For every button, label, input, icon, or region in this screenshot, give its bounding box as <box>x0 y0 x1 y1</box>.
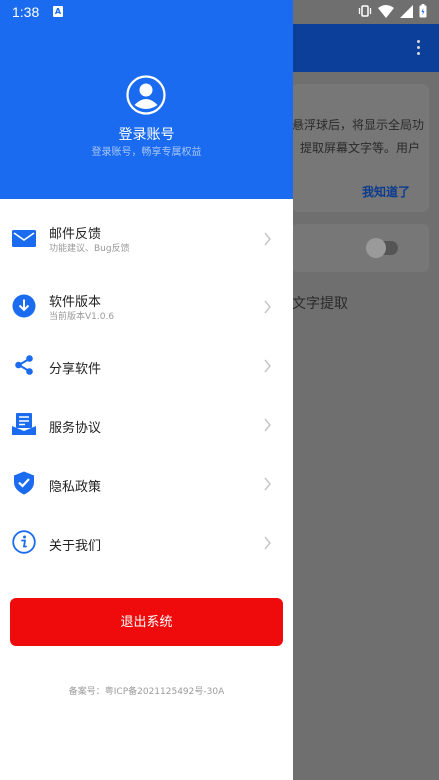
background-card-text-2: 提取屏幕文字等。用户 <box>300 141 421 155</box>
wifi-icon <box>378 4 394 22</box>
menu-item-subtitle: 当前版本V1.0.6 <box>49 312 115 322</box>
shield-icon <box>12 471 36 495</box>
menu-item-label: 分享软件 <box>49 362 102 377</box>
menu-item-software-version[interactable]: 软件版本 当前版本V1.0.6 <box>0 277 293 335</box>
login-title[interactable]: 登录账号 <box>0 124 293 144</box>
download-icon <box>12 294 36 318</box>
menu-item-label: 隐私政策 <box>49 480 102 495</box>
chevron-right-icon <box>263 231 272 246</box>
chevron-right-icon <box>263 417 272 432</box>
signal-icon <box>400 4 413 22</box>
battery-icon <box>419 4 427 22</box>
menu-item-share[interactable]: 分享软件 <box>0 336 293 394</box>
navigation-drawer: 登录账号 登录账号，畅享专属权益 邮件反馈 功能建议、Bug反馈 软件版本 当前… <box>0 0 293 780</box>
info-icon <box>12 530 36 554</box>
avatar-icon[interactable] <box>126 75 166 115</box>
background-feature-text: 文字提取 <box>292 296 348 312</box>
menu-item-privacy-policy[interactable]: 隐私政策 <box>0 454 293 512</box>
chevron-right-icon <box>263 535 272 550</box>
share-icon <box>12 353 36 377</box>
agreement-icon <box>12 412 36 436</box>
menu-item-label: 邮件反馈 <box>49 227 102 242</box>
chevron-right-icon <box>263 476 272 491</box>
status-bar: 1:38 A <box>0 0 439 24</box>
background-got-it-link: 我知道了 <box>362 185 411 199</box>
menu-item-mail-feedback[interactable]: 邮件反馈 功能建议、Bug反馈 <box>0 209 293 267</box>
background-toggle-card <box>292 224 429 272</box>
menu-item-about-us[interactable]: 关于我们 <box>0 513 293 571</box>
background-card-text-1: 悬浮球后，将显示全局功 <box>292 118 425 132</box>
vibrate-icon <box>358 4 372 22</box>
mail-icon <box>12 226 36 250</box>
menu-item-subtitle: 功能建议、Bug反馈 <box>49 244 130 254</box>
status-time: 1:38 <box>12 4 40 20</box>
app-notification-icon: A <box>53 6 63 17</box>
chevron-right-icon <box>263 299 272 314</box>
icp-record-text: 备案号：粤ICP备2021125492号-30A <box>68 687 225 697</box>
menu-item-label: 服务协议 <box>49 421 102 436</box>
menu-item-service-agreement[interactable]: 服务协议 <box>0 395 293 453</box>
drawer-header[interactable]: 登录账号 登录账号，畅享专属权益 <box>0 0 293 199</box>
chevron-right-icon <box>263 358 272 373</box>
overflow-menu-icon <box>417 40 421 56</box>
background-toggle <box>366 238 398 258</box>
login-subtitle: 登录账号，畅享专属权益 <box>91 147 202 158</box>
menu-item-label: 关于我们 <box>49 539 102 554</box>
logout-button[interactable]: 退出系统 <box>10 598 283 646</box>
menu-item-label: 软件版本 <box>49 295 102 310</box>
